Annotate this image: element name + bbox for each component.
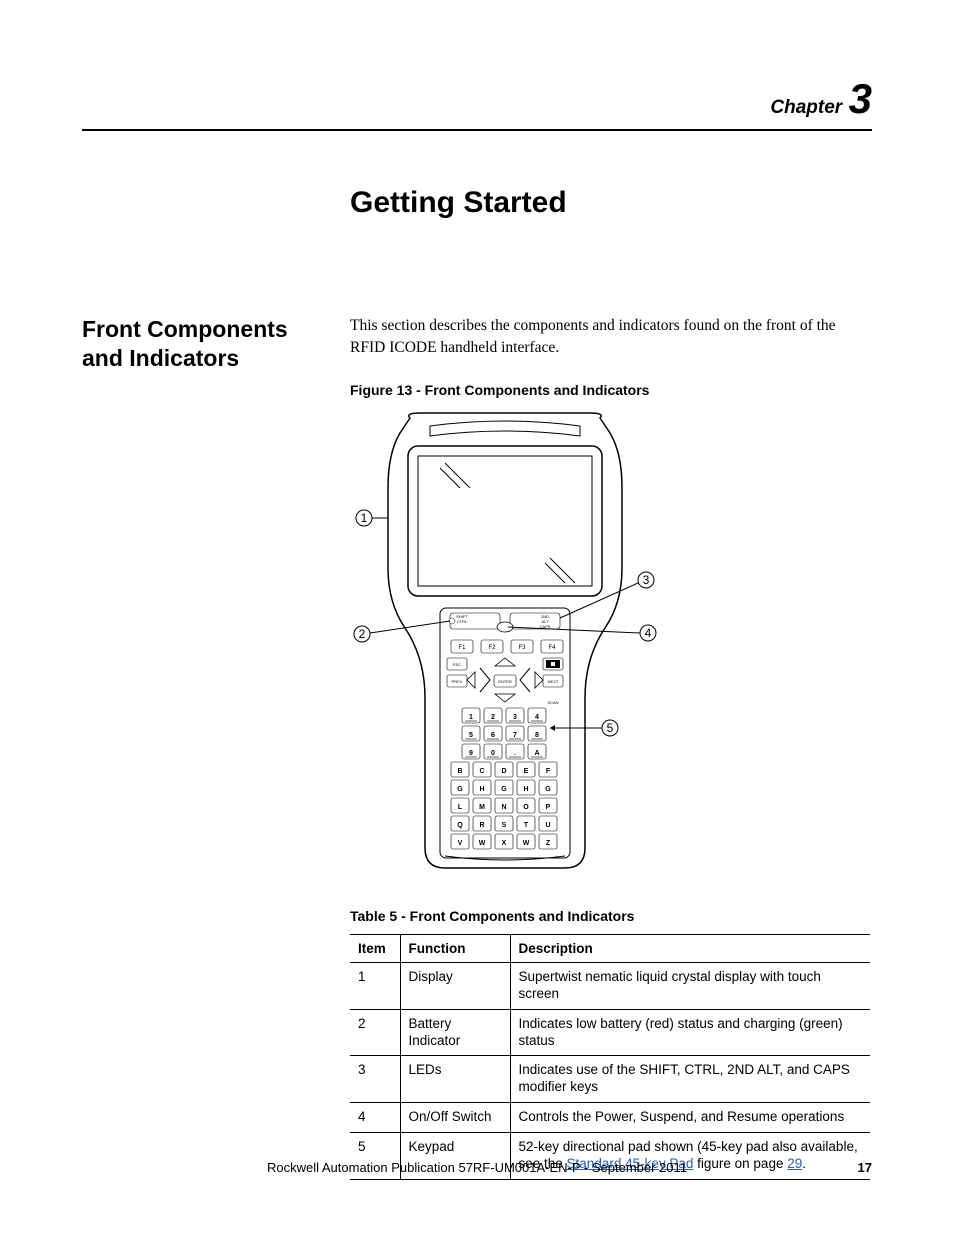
- svg-text:2: 2: [359, 627, 366, 641]
- svg-text:F4: F4: [548, 645, 556, 651]
- svg-text:V: V: [458, 840, 463, 847]
- svg-text:X: X: [502, 840, 507, 847]
- svg-text:M: M: [479, 804, 485, 811]
- svg-text:B: B: [457, 768, 462, 775]
- section-heading: Front Components and Indicators: [82, 315, 350, 1180]
- svg-text:5: 5: [469, 732, 473, 739]
- svg-text:F3: F3: [518, 645, 526, 651]
- svg-text:A: A: [534, 750, 539, 757]
- svg-text:PREV: PREV: [452, 679, 463, 684]
- device-illustration: SHIFT CTRL 2ND ALT CAPS F1F2F3F4 ESC: [350, 408, 660, 878]
- svg-text:T: T: [524, 822, 529, 829]
- svg-text:NEXT: NEXT: [548, 679, 559, 684]
- cell-function: Display: [400, 962, 510, 1009]
- svg-text:N: N: [501, 804, 506, 811]
- svg-text:W: W: [479, 840, 486, 847]
- svg-text:3: 3: [513, 714, 517, 721]
- cell-item: 4: [350, 1103, 400, 1133]
- svg-text:4: 4: [645, 626, 652, 640]
- chapter-number: 3: [849, 75, 872, 122]
- device-figure: SHIFT CTRL 2ND ALT CAPS F1F2F3F4 ESC: [350, 408, 660, 878]
- svg-text:Q: Q: [457, 822, 463, 829]
- callout-4: 4: [640, 625, 656, 641]
- svg-text:Z: Z: [546, 840, 551, 847]
- cell-item: 1: [350, 962, 400, 1009]
- svg-text:L: L: [458, 804, 463, 811]
- svg-text:1: 1: [469, 714, 473, 721]
- callout-5: 5: [602, 720, 618, 736]
- svg-text:3: 3: [643, 573, 650, 587]
- components-table: Item Function Description 1DisplaySupert…: [350, 934, 870, 1180]
- svg-text:CTRL: CTRL: [457, 619, 468, 624]
- svg-text:7: 7: [513, 732, 517, 739]
- cell-function: LEDs: [400, 1056, 510, 1103]
- svg-text:ENTER: ENTER: [498, 679, 512, 684]
- th-item: Item: [350, 934, 400, 962]
- table-caption: Table 5 - Front Components and Indicator…: [350, 908, 872, 924]
- svg-text:G: G: [501, 786, 507, 793]
- cell-description: Supertwist nematic liquid crystal displa…: [510, 962, 870, 1009]
- svg-text:.: .: [514, 750, 516, 757]
- svg-text:2: 2: [491, 714, 495, 721]
- figure-caption: Figure 13 - Front Components and Indicat…: [350, 382, 872, 398]
- cell-description: Controls the Power, Suspend, and Resume …: [510, 1103, 870, 1133]
- th-function: Function: [400, 934, 510, 962]
- svg-text:H: H: [479, 786, 484, 793]
- chapter-header: Chapter 3: [82, 75, 872, 131]
- page-title: Getting Started: [350, 186, 872, 220]
- svg-text:U: U: [545, 822, 550, 829]
- svg-text:O: O: [523, 804, 529, 811]
- cell-function: On/Off Switch: [400, 1103, 510, 1133]
- page-footer: Rockwell Automation Publication 57RF-UM0…: [82, 1160, 872, 1175]
- chapter-label: Chapter: [770, 97, 842, 118]
- svg-text:F2: F2: [488, 645, 496, 651]
- svg-text:E: E: [524, 768, 529, 775]
- svg-text:6: 6: [491, 732, 495, 739]
- svg-text:1: 1: [361, 511, 368, 525]
- cell-item: 2: [350, 1009, 400, 1056]
- callout-3: 3: [638, 572, 654, 588]
- footer-page-number: 17: [832, 1160, 872, 1175]
- svg-text:S: S: [502, 822, 507, 829]
- table-row: 4On/Off SwitchControls the Power, Suspen…: [350, 1103, 870, 1133]
- svg-text:G: G: [457, 786, 463, 793]
- cell-description: Indicates use of the SHIFT, CTRL, 2ND AL…: [510, 1056, 870, 1103]
- table-row: 1DisplaySupertwist nematic liquid crysta…: [350, 962, 870, 1009]
- svg-text:G: G: [545, 786, 551, 793]
- svg-text:H: H: [523, 786, 528, 793]
- svg-text:W: W: [523, 840, 530, 847]
- svg-text:SCAN: SCAN: [547, 700, 558, 705]
- cell-function: Battery Indicator: [400, 1009, 510, 1056]
- section-intro: This section describes the components an…: [350, 315, 872, 360]
- svg-text:8: 8: [535, 732, 539, 739]
- svg-text:4: 4: [535, 714, 539, 721]
- svg-text:0: 0: [491, 750, 495, 757]
- table-row: 3LEDsIndicates use of the SHIFT, CTRL, 2…: [350, 1056, 870, 1103]
- table-row: 2Battery IndicatorIndicates low battery …: [350, 1009, 870, 1056]
- footer-publication: Rockwell Automation Publication 57RF-UM0…: [122, 1160, 832, 1175]
- svg-text:D: D: [501, 768, 506, 775]
- svg-text:ESC: ESC: [453, 662, 461, 667]
- cell-item: 3: [350, 1056, 400, 1103]
- callout-2: 2: [354, 626, 370, 642]
- svg-text:5: 5: [607, 721, 614, 735]
- cell-description: Indicates low battery (red) status and c…: [510, 1009, 870, 1056]
- svg-text:F: F: [546, 768, 551, 775]
- svg-text:C: C: [479, 768, 484, 775]
- svg-text:F1: F1: [458, 645, 466, 651]
- svg-text:9: 9: [469, 750, 473, 757]
- svg-text:P: P: [546, 804, 551, 811]
- svg-text:R: R: [479, 822, 484, 829]
- callout-1: 1: [356, 510, 372, 526]
- th-description: Description: [510, 934, 870, 962]
